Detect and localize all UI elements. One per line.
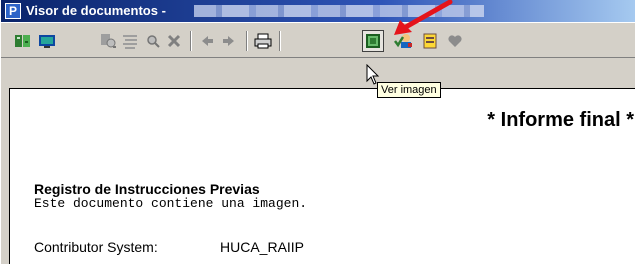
document-content: * Informe final * Registro de Instruccio… [9, 88, 635, 264]
toolbar-separator [279, 31, 281, 51]
document-notice: Este documento contiene una imagen. [34, 196, 308, 211]
close-x-icon [167, 34, 181, 48]
document-subtitle: Registro de Instrucciones Previas [34, 181, 260, 197]
list-button[interactable] [119, 30, 141, 52]
print-button[interactable] [252, 30, 274, 52]
monitor-button[interactable] [36, 30, 58, 52]
print-preview-icon [101, 34, 116, 48]
contributor-system-value: HUCA_RAIIP [220, 239, 305, 255]
list-icon [123, 35, 137, 49]
monitor-icon [39, 35, 55, 48]
previous-button[interactable] [196, 30, 218, 52]
search-icon [147, 35, 160, 48]
delete-button[interactable] [163, 30, 185, 52]
printer-icon [254, 33, 272, 49]
contributor-system-label: Contributor System: [34, 239, 158, 255]
mouse-cursor-icon [366, 64, 380, 85]
arrow-right-icon [223, 36, 234, 46]
document-go-button[interactable] [12, 30, 34, 52]
toolbar-separator [246, 31, 248, 51]
search-button[interactable] [142, 30, 164, 52]
annotation-arrow-icon [394, 0, 453, 35]
toolbar-row [1, 22, 635, 58]
next-button[interactable] [218, 30, 240, 52]
toolbar [1, 22, 635, 80]
document-heading: * Informe final * [487, 109, 634, 131]
view-image-icon [366, 34, 380, 48]
window-title: Visor de documentos - [26, 3, 166, 18]
app-icon: P [5, 3, 21, 19]
print-preview-button[interactable] [97, 30, 119, 52]
view-image-button[interactable] [362, 30, 384, 52]
toolbar-separator [190, 31, 192, 51]
title-bar[interactable]: P Visor de documentos - [1, 0, 635, 22]
document-viewer-window: P Visor de documentos - * Informe final … [0, 0, 635, 264]
arrow-left-icon [202, 36, 213, 46]
view-image-tooltip: Ver imagen [377, 82, 441, 98]
document-go-icon [15, 35, 30, 47]
